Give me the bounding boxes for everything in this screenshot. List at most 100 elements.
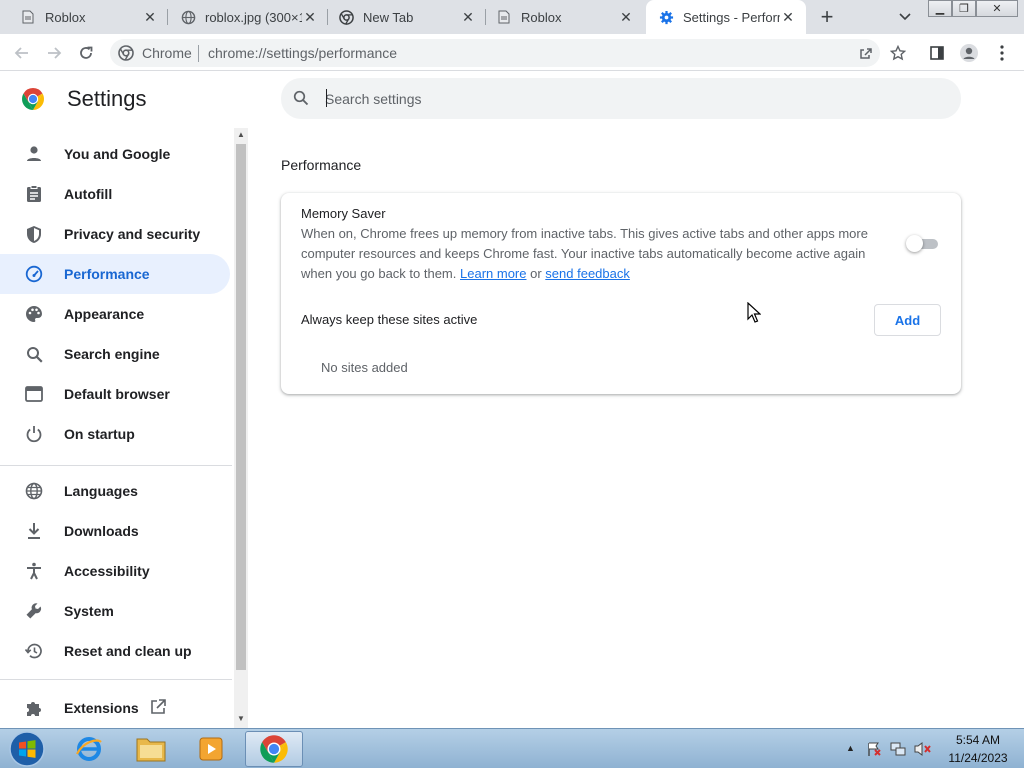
chrome-icon [338,9,354,25]
scroll-down-arrow-icon[interactable]: ▼ [237,714,245,723]
tab-roblox-2[interactable]: Roblox ✕ [476,0,644,34]
profile-avatar-icon[interactable] [956,40,982,66]
section-heading: Performance [281,157,362,173]
sidebar-item-extensions[interactable]: Extensions [0,688,230,728]
more-menu-icon[interactable] [989,40,1015,66]
system-tray: ▲ 5:54 AM 11/24/2023 [842,729,1022,769]
taskbar-media-player-icon[interactable] [182,731,240,767]
nav-label: Extensions [64,700,139,716]
tab-search-chevron-icon[interactable] [893,7,917,27]
wrench-icon [24,601,44,621]
nav-label: Languages [64,483,138,499]
close-icon[interactable]: ✕ [460,9,476,25]
add-site-button[interactable]: Add [874,304,941,336]
settings-sidebar: You and Google Autofill Privacy and secu… [0,128,232,728]
chrome-logo-icon [21,87,45,111]
sidebar-item-you-and-google[interactable]: You and Google [0,134,230,174]
nav-label: System [64,603,114,619]
sidebar-divider [0,465,232,466]
side-panel-icon[interactable] [924,40,950,66]
action-center-flag-icon[interactable] [866,741,882,762]
tab-strip: Roblox ✕ roblox.jpg (300×1 ✕ New Tab ✕ R… [0,0,1024,34]
url-text[interactable]: chrome://settings/performance [208,45,397,61]
back-button[interactable] [9,40,35,66]
nav-label: Downloads [64,523,139,539]
bookmark-star-icon[interactable] [885,40,911,66]
share-icon[interactable] [853,40,879,66]
volume-muted-icon[interactable] [914,741,932,762]
keep-active-label: Always keep these sites active [301,312,478,327]
sidebar-item-search-engine[interactable]: Search engine [0,334,230,374]
speedometer-icon [24,264,44,284]
sidebar-item-autofill[interactable]: Autofill [0,174,230,214]
sidebar-item-appearance[interactable]: Appearance [0,294,230,334]
memory-saver-card: Memory Saver When on, Chrome frees up me… [281,193,961,394]
download-icon [24,521,44,541]
address-bar[interactable]: Chrome chrome://settings/performance [110,39,880,67]
mouse-cursor-icon [747,301,762,324]
send-feedback-link[interactable]: send feedback [545,266,630,281]
forward-button[interactable] [41,40,67,66]
tab-title: Settings - Perform [683,9,780,25]
learn-more-link[interactable]: Learn more [460,266,526,281]
start-button[interactable] [8,730,46,768]
tab-roblox-jpg[interactable]: roblox.jpg (300×1 ✕ [160,0,328,34]
tab-roblox-1[interactable]: Roblox ✕ [0,0,168,34]
minimize-button[interactable]: ▁ [928,0,952,17]
clock-date[interactable]: 11/24/2023 [942,751,1014,765]
search-input[interactable] [325,88,925,110]
site-label: Chrome [142,45,192,61]
palette-icon [24,304,44,324]
accessibility-icon [24,561,44,581]
settings-search-box[interactable] [281,78,961,119]
sidebar-item-languages[interactable]: Languages [0,471,230,511]
sidebar-item-system[interactable]: System [0,591,230,631]
globe-icon [24,481,44,501]
nav-label: Default browser [64,386,170,402]
browser-icon [24,384,44,404]
reload-button[interactable] [73,40,99,66]
tab-new-tab[interactable]: New Tab ✕ [318,0,486,34]
history-icon [24,641,44,661]
toggle-knob [906,235,923,252]
sidebar-item-default-browser[interactable]: Default browser [0,374,230,414]
close-icon[interactable]: ✕ [780,9,796,25]
windows-taskbar: ▲ 5:54 AM 11/24/2023 [0,728,1024,768]
sidebar-item-on-startup[interactable]: On startup [0,414,230,454]
shield-icon [24,224,44,244]
show-hidden-icons-arrow-icon[interactable]: ▲ [846,743,855,753]
clipboard-icon [24,184,44,204]
close-icon[interactable]: ✕ [302,9,318,25]
tab-settings[interactable]: Settings - Perform ✕ [646,0,806,34]
network-icon[interactable] [890,741,906,762]
clock-time[interactable]: 5:54 AM [942,733,1014,747]
window-close-button[interactable]: ✕ [976,0,1018,17]
taskbar-internet-explorer-icon[interactable] [60,731,118,767]
tab-title: roblox.jpg (300×1 [205,9,302,25]
page-title: Settings [67,86,147,111]
sidebar-item-privacy-and-security[interactable]: Privacy and security [0,214,230,254]
search-icon [24,344,44,364]
sidebar-item-performance[interactable]: Performance [0,254,230,294]
new-tab-button[interactable]: + [814,4,840,29]
memory-saver-toggle[interactable] [906,235,938,252]
or-text: or [530,266,542,281]
search-icon [293,90,311,108]
close-icon[interactable]: ✕ [142,9,158,25]
no-sites-message: No sites added [321,360,408,375]
sidebar-item-accessibility[interactable]: Accessibility [0,551,230,591]
restore-button[interactable]: ❐ [952,0,976,17]
power-icon [24,424,44,444]
nav-label: Privacy and security [64,226,201,242]
close-icon[interactable]: ✕ [618,9,634,25]
scroll-up-arrow-icon[interactable]: ▲ [237,130,245,139]
sidebar-item-reset-and-clean-up[interactable]: Reset and clean up [0,631,230,671]
scrollbar-thumb[interactable] [236,144,246,670]
sidebar-scrollbar[interactable]: ▲ ▼ [234,128,248,728]
memory-saver-title: Memory Saver [301,206,386,221]
tab-title: New Tab [363,9,414,25]
taskbar-file-explorer-icon[interactable] [122,731,180,767]
nav-label: You and Google [64,146,171,162]
taskbar-chrome-icon[interactable] [245,731,303,767]
sidebar-item-downloads[interactable]: Downloads [0,511,230,551]
